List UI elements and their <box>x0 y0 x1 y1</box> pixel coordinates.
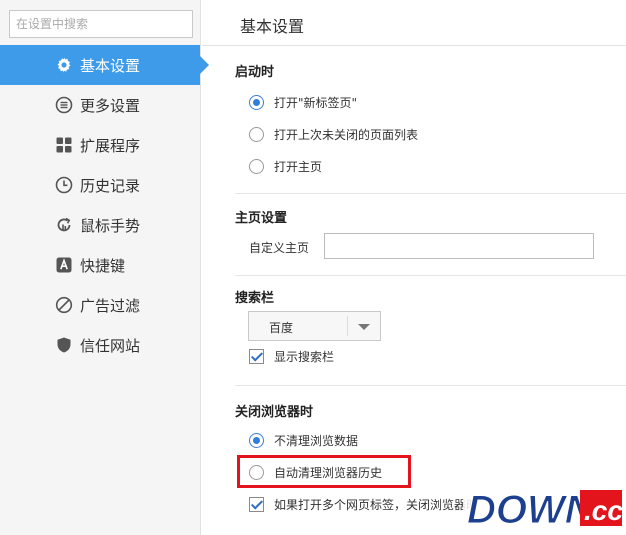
homepage-field-label: 自定义主页 <box>249 241 310 255</box>
sidebar-item-extensions[interactable]: 扩展程序 <box>0 125 200 165</box>
section-title-startup: 启动时 <box>235 65 275 80</box>
checkbox[interactable] <box>249 348 264 364</box>
keyboard-a-icon <box>55 256 73 274</box>
sidebar-item-label: 快捷键 <box>80 256 126 275</box>
section-title-on-close: 关闭浏览器时 <box>235 405 314 420</box>
radio-button[interactable] <box>249 126 264 142</box>
sidebar-item-shortcuts[interactable]: 快捷键 <box>0 245 200 285</box>
svg-text:.cc: .cc <box>584 495 623 526</box>
radio-label: 打开"新标签页" <box>274 95 358 110</box>
sidebar-item-label: 鼠标手势 <box>80 216 141 235</box>
sidebar-item-label: 信任网站 <box>80 336 141 355</box>
close-option-keep-data[interactable]: 不清理浏览数据 <box>249 431 358 449</box>
confirm-close-multiple-tabs-option[interactable]: 如果打开多个网页标签，关闭浏览器时 <box>249 495 478 513</box>
radio-label: 不清理浏览数据 <box>274 433 359 448</box>
list-icon <box>55 96 73 114</box>
block-icon <box>55 296 73 314</box>
sidebar-item-label: 广告过滤 <box>80 296 141 315</box>
clock-icon <box>55 176 73 194</box>
grid-icon <box>55 136 73 154</box>
sidebar: 在设置中搜索 基本设置 更多设置 扩展程序 历史记录 鼠标手势 快捷键 广告过滤… <box>0 0 209 535</box>
sidebar-item-history[interactable]: 历史记录 <box>0 165 200 205</box>
gear-icon <box>55 56 73 74</box>
startup-option-homepage[interactable]: 打开主页 <box>249 157 322 175</box>
shield-icon <box>55 336 73 354</box>
sidebar-item-ad-filter[interactable]: 广告过滤 <box>0 285 200 325</box>
svg-text:DOWN: DOWN <box>467 488 595 532</box>
sidebar-item-more-settings[interactable]: 更多设置 <box>0 85 200 125</box>
sidebar-item-label: 基本设置 <box>80 56 141 75</box>
sidebar-item-label: 历史记录 <box>80 176 141 195</box>
page-title: 基本设置 <box>240 17 305 36</box>
sidebar-item-label: 扩展程序 <box>80 136 141 155</box>
select-value: 百度 <box>269 321 294 335</box>
divider <box>235 385 626 386</box>
homepage-url-input[interactable] <box>324 233 594 259</box>
show-searchbar-option[interactable]: 显示搜索栏 <box>249 347 334 365</box>
divider <box>235 275 626 276</box>
radio-label: 打开主页 <box>274 159 323 174</box>
checkbox[interactable] <box>249 496 264 512</box>
checkbox-label: 显示搜索栏 <box>274 349 335 364</box>
sidebar-item-trusted-sites[interactable]: 信任网站 <box>0 325 200 365</box>
section-title-searchbar: 搜索栏 <box>235 291 275 306</box>
startup-option-restore-session[interactable]: 打开上次未关闭的页面列表 <box>249 125 418 143</box>
divider <box>235 193 626 194</box>
search-engine-select[interactable]: 百度 <box>248 311 381 341</box>
radio-button[interactable] <box>249 432 264 448</box>
radio-label: 打开上次未关闭的页面列表 <box>274 127 419 142</box>
section-title-homepage: 主页设置 <box>235 211 288 226</box>
divider <box>347 316 348 336</box>
sidebar-item-label: 更多设置 <box>80 96 141 115</box>
divider <box>202 45 626 46</box>
checkbox-label: 如果打开多个网页标签，关闭浏览器时 <box>274 497 479 512</box>
startup-option-new-tab[interactable]: 打开"新标签页" <box>249 93 357 111</box>
chevron-down-icon <box>358 324 370 330</box>
gesture-icon <box>55 216 73 234</box>
radio-button[interactable] <box>249 94 264 110</box>
sidebar-item-basic-settings[interactable]: 基本设置 <box>0 45 209 85</box>
sidebar-item-mouse-gestures[interactable]: 鼠标手势 <box>0 205 200 245</box>
highlight-annotation-box <box>237 455 411 488</box>
watermark-logo: DOWN .cc <box>463 484 623 533</box>
radio-button[interactable] <box>249 158 264 174</box>
settings-search-input[interactable]: 在设置中搜索 <box>9 10 193 38</box>
